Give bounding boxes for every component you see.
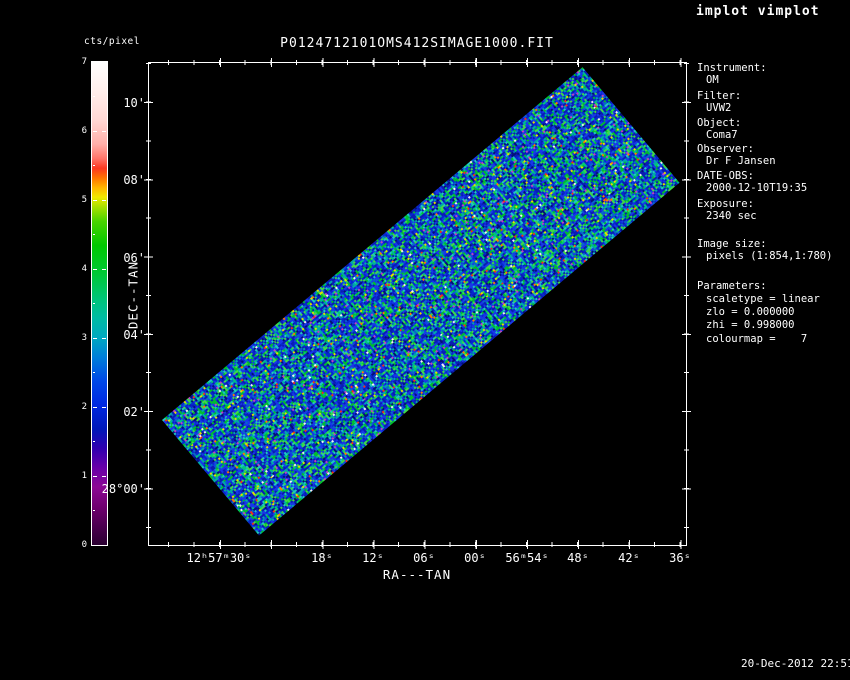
- info-param-zhi: zhi = 0.998000: [706, 319, 795, 331]
- y-tick-label: 28°00': [70, 482, 145, 496]
- app-title: implot vimplot: [696, 4, 820, 19]
- info-label-image-size: Image size:: [697, 238, 767, 250]
- colorbar-units-label: cts/pixel: [84, 36, 140, 47]
- x-tick-label: 42ˢ: [618, 551, 640, 565]
- info-param-scaletype: scaletype = linear: [706, 293, 820, 305]
- y-tick-label: 04': [70, 328, 145, 342]
- x-axis-minor-ticks-top: [168, 60, 681, 65]
- x-tick-label: 48ˢ: [567, 551, 589, 565]
- info-label-instrument: Instrument:: [697, 62, 767, 74]
- info-label-date-obs: DATE-OBS:: [697, 170, 754, 182]
- info-value-observer: Dr F Jansen: [706, 155, 776, 167]
- image-band: [162, 67, 680, 536]
- colorbar-tick-label: 4: [72, 264, 87, 274]
- info-value-filter: UVW2: [706, 102, 731, 114]
- colorbar-minor-ticks-left: [93, 96, 95, 512]
- colorbar-tick-label: 7: [72, 57, 87, 67]
- colorbar-tick-label: 5: [72, 195, 87, 205]
- x-tick-label: 06ˢ: [413, 551, 435, 565]
- y-tick-label: 10': [70, 96, 145, 110]
- info-label-filter: Filter:: [697, 90, 741, 102]
- info-value-instrument: OM: [706, 74, 719, 86]
- x-tick-label: 00ˢ: [464, 551, 486, 565]
- y-tick-label: 02': [70, 405, 145, 419]
- info-label-observer: Observer:: [697, 143, 754, 155]
- info-label-exposure: Exposure:: [697, 198, 754, 210]
- colorbar-tick-label: 0: [72, 540, 87, 550]
- y-tick-label: 08': [70, 173, 145, 187]
- x-tick-label: 56ᵐ54ˢ: [505, 551, 548, 565]
- info-value-date-obs: 2000-12-10T19:35: [706, 182, 807, 194]
- x-tick-label: 36ˢ: [669, 551, 691, 565]
- info-param-zlo: zlo = 0.000000: [706, 306, 795, 318]
- x-tick-label: 12ˢ: [362, 551, 384, 565]
- y-axis-minor-ticks-right: [684, 63, 689, 529]
- colorbar-major-ticks-right: [102, 62, 106, 546]
- colorbar-tick-label: 6: [72, 126, 87, 136]
- x-tick-label: 18ˢ: [311, 551, 333, 565]
- x-axis-title: RA---TAN: [383, 567, 451, 582]
- info-value-object: Coma7: [706, 129, 738, 141]
- implot-window: implot vimplot P0124712101OMS412SIMAGE10…: [0, 0, 850, 680]
- image-band-canvas: [162, 67, 680, 536]
- info-param-colourmap: colourmap = 7: [706, 333, 807, 345]
- x-axis-minor-ticks-bottom: [168, 542, 681, 547]
- plot-title: P0124712101OMS412SIMAGE1000.FIT: [280, 36, 554, 51]
- info-value-exposure: 2340 sec: [706, 210, 757, 222]
- timestamp: 20-Dec-2012 22:51: [741, 657, 850, 670]
- x-tick-label: 12ʰ57ᵐ30ˢ: [186, 551, 251, 565]
- info-value-image-size: pixels (1:854,1:780): [706, 250, 832, 262]
- colorbar-tick-label: 1: [72, 471, 87, 481]
- y-axis-minor-ticks-left: [146, 63, 151, 529]
- y-axis-title: DEC--TAN: [126, 261, 141, 329]
- info-label-object: Object:: [697, 117, 741, 129]
- info-label-parameters: Parameters:: [697, 280, 767, 292]
